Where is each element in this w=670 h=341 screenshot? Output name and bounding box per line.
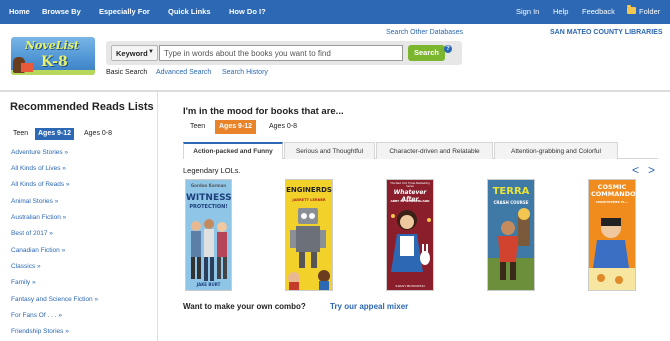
book-cover-witness-protection[interactable]: Gordon Korman WITNESS PROTECTION! JAKE B… — [185, 179, 232, 291]
search-button[interactable]: Search — [408, 45, 445, 61]
book-cover-art — [288, 208, 330, 290]
caret-down-icon: ▼ — [148, 49, 154, 55]
sidebar-item-canadian-fiction[interactable]: Canadian Fiction » — [11, 247, 65, 254]
tab-attention-grabbing-and-colorful[interactable]: Attention-grabbing and Colorful — [494, 142, 618, 159]
tab-serious-and-thoughtful[interactable]: Serious and Thoughtful — [284, 142, 375, 159]
tab-ages-0-8[interactable]: Ages 0-8 — [265, 120, 301, 134]
sidebar-item-all-kinds-of-lives[interactable]: All Kinds of Lives » — [11, 165, 66, 172]
logo-wordmark: NoveList — [25, 39, 79, 52]
book-cover-art — [191, 219, 227, 281]
sidebar-tab-ages-0-8[interactable]: Ages 0-8 — [81, 128, 115, 140]
book-cover-title: COSMIC COMMANDOS — [591, 183, 636, 198]
sidebar-item-adventure-stories[interactable]: Adventure Stories » — [11, 149, 68, 156]
book-cover-cosmic-commandos[interactable]: COSMIC COMMANDOS CHRISTOPHER EL... — [588, 179, 636, 291]
mood-heading: I'm in the mood for books that are... — [183, 106, 344, 117]
nav-quick-links[interactable]: Quick Links — [168, 7, 211, 16]
sidebar-tab-teen[interactable]: Teen — [10, 128, 31, 140]
search-field-select[interactable]: Keyword ▼ — [111, 45, 158, 61]
appeal-mixer-link[interactable]: Try our appeal mixer — [330, 302, 408, 311]
tab-action-packed-and-funny[interactable]: Action-packed and Funny — [183, 142, 283, 159]
shelf-title: Legendary LOLs. — [183, 166, 241, 175]
logo-k8: K-8 — [41, 54, 68, 70]
book-cover-art — [589, 218, 635, 290]
tab-character-driven-and-relatable[interactable]: Character-driven and Relatable — [376, 142, 493, 159]
basic-search-link[interactable]: Basic Search — [106, 69, 147, 76]
sidebar-title: Recommended Reads Lists — [10, 101, 154, 113]
search-history-link[interactable]: Search History — [222, 69, 268, 76]
combo-prompt: Want to make your own combo? — [183, 302, 306, 311]
book-cover-subtitle: CRASH COURSE — [493, 200, 529, 205]
help-icon[interactable]: ? — [444, 45, 452, 53]
book-cover-author: SARAH MLYNOWSKI — [395, 284, 425, 288]
nav-especially-for[interactable]: Especially For — [99, 7, 150, 16]
tab-ages-9-12[interactable]: Ages 9-12 — [215, 120, 257, 134]
sidebar-item-australian-fiction[interactable]: Australian Fiction » — [11, 214, 66, 221]
book-cover-title: WITNESS — [186, 193, 232, 203]
logo-book-illustration — [21, 63, 33, 72]
sidebar-item-fantasy-and-science-fiction[interactable]: Fantasy and Science Fiction » — [11, 296, 98, 303]
book-cover-top-text: Gordon Korman — [190, 183, 227, 188]
book-cover-art — [488, 208, 534, 290]
nav-how-do-i[interactable]: How Do I? — [229, 7, 266, 16]
sidebar-item-for-fans-of[interactable]: For Fans Of . . . » — [11, 312, 62, 319]
book-cover-terra-crash-course[interactable]: TERRA CRASH COURSE — [487, 179, 535, 291]
sidebar-item-family[interactable]: Family » — [11, 279, 36, 286]
search-field-value: Keyword — [116, 49, 148, 58]
nav-home[interactable]: Home — [9, 7, 30, 16]
nav-folder[interactable]: Folder — [639, 7, 660, 16]
search-input[interactable] — [159, 45, 403, 61]
book-cover-author: CHRISTOPHER EL... — [595, 200, 629, 204]
sidebar-item-all-kinds-of-reads[interactable]: All Kinds of Reads » — [11, 181, 70, 188]
book-cover-title: ENGINERDS — [286, 186, 332, 194]
nav-help[interactable]: Help — [553, 7, 568, 16]
nav-sign-in[interactable]: Sign In — [516, 7, 539, 16]
prev-arrow-icon[interactable]: < — [632, 163, 639, 177]
book-cover-whatever-after[interactable]: The New York Times Bestselling Series Wh… — [386, 179, 434, 291]
top-nav-bar: Home Browse By Especially For Quick Link… — [0, 0, 670, 24]
search-bar: Keyword ▼ Search — [106, 41, 462, 65]
sidebar-item-classics[interactable]: Classics » — [11, 263, 41, 270]
book-cover-art — [391, 210, 431, 272]
book-cover-subtitle: ABBY IN WONDERLAND — [390, 199, 430, 203]
book-cover-top-text: The New York Times Bestselling Series — [390, 182, 430, 188]
category-tabs: Action-packed and Funny Serious and Thou… — [183, 142, 658, 159]
recommended-reads-sidebar: Recommended Reads Lists Teen Ages 9-12 A… — [0, 92, 158, 341]
book-cover-author: JARRETT LERNER — [292, 198, 326, 202]
novelist-k8-logo[interactable]: NoveList K-8 — [11, 37, 95, 75]
next-arrow-icon[interactable]: > — [648, 163, 655, 177]
nav-feedback[interactable]: Feedback — [582, 7, 615, 16]
folder-icon[interactable] — [627, 5, 636, 14]
sidebar-item-friendship-stories[interactable]: Friendship Stories » — [11, 328, 69, 335]
search-other-databases-link[interactable]: Search Other Databases — [386, 29, 463, 36]
sidebar-item-animal-stories[interactable]: Animal Stories » — [11, 198, 58, 205]
library-name: SAN MATEO COUNTY LIBRARIES — [550, 29, 663, 36]
nav-browse-by[interactable]: Browse By — [42, 7, 81, 16]
sidebar-tab-ages-9-12[interactable]: Ages 9-12 — [35, 128, 75, 140]
sidebar-item-best-of-2017[interactable]: Best of 2017 » — [11, 230, 53, 237]
advanced-search-link[interactable]: Advanced Search — [156, 69, 211, 76]
book-cover-author: JAKE BURT — [196, 282, 221, 287]
book-cover-title: TERRA — [492, 186, 530, 197]
book-cover-subtitle: PROTECTION! — [189, 204, 228, 210]
book-cover-enginerds[interactable]: ENGINERDS JARRETT LERNER — [285, 179, 333, 291]
tab-teen[interactable]: Teen — [186, 120, 209, 134]
